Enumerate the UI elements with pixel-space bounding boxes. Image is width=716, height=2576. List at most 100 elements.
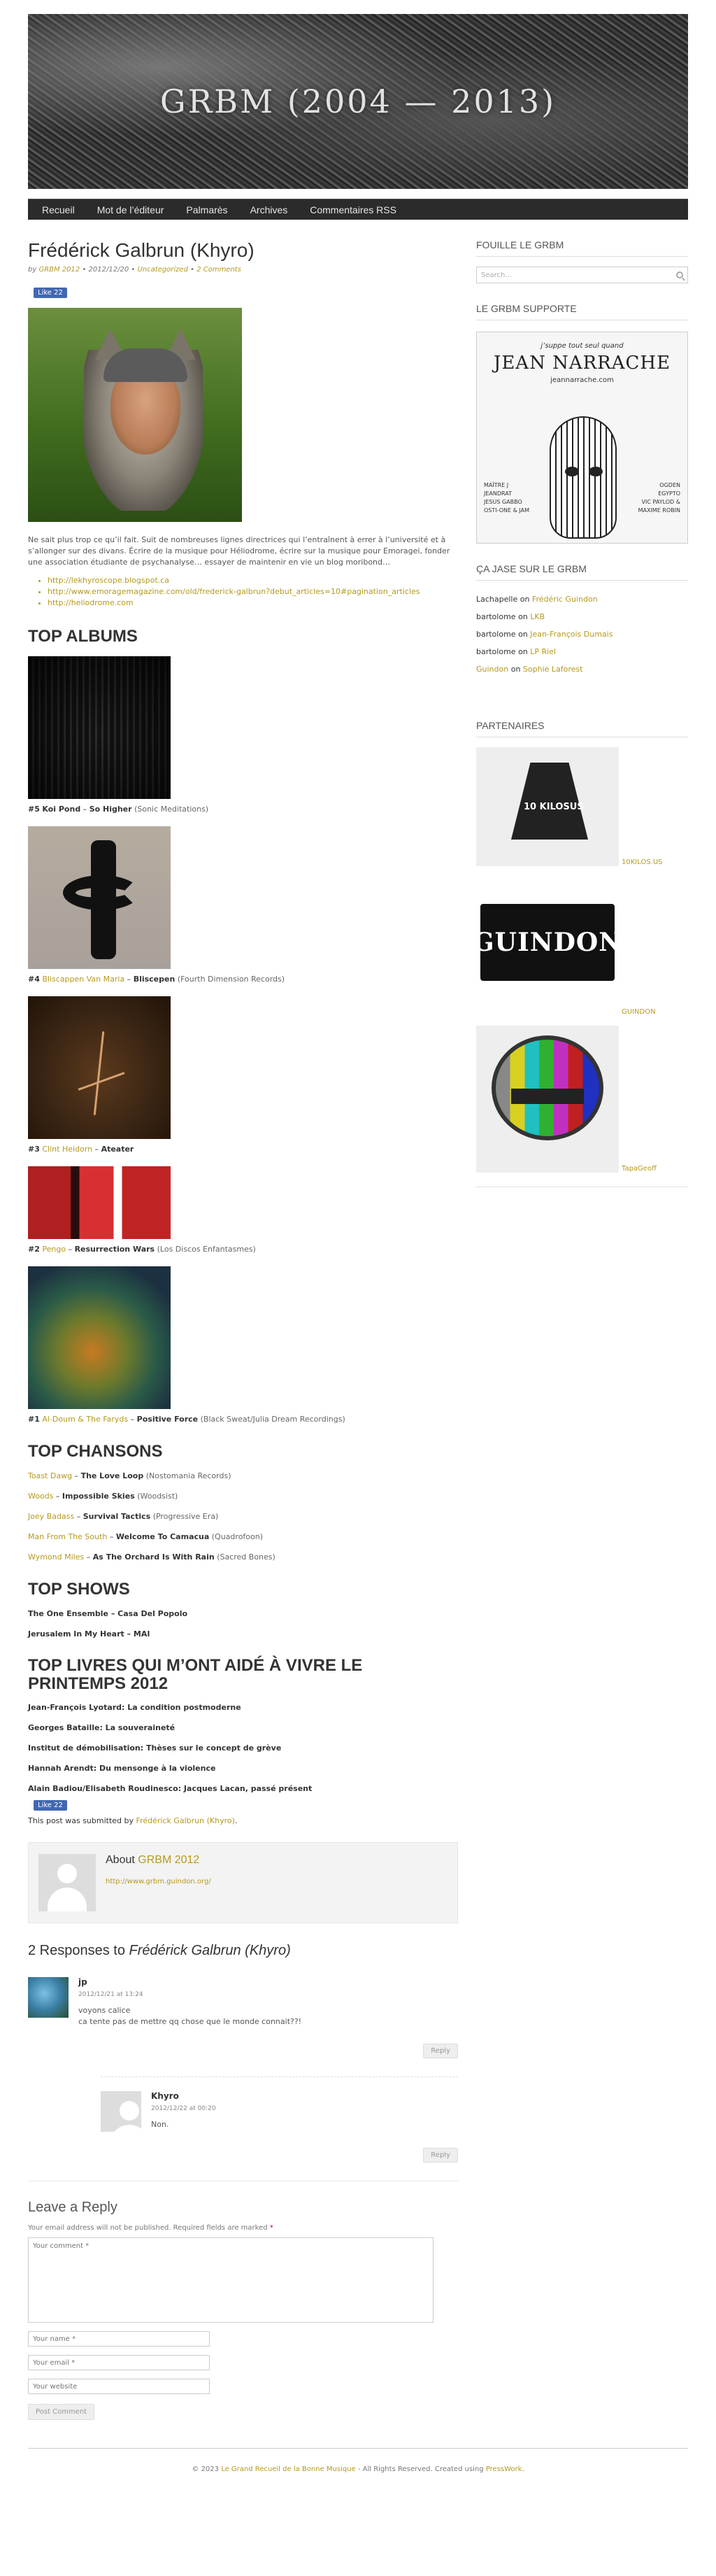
album-cover[interactable]	[28, 1166, 171, 1239]
email-field[interactable]	[28, 2355, 210, 2370]
nav-item-archives[interactable]: Archives	[239, 204, 299, 215]
nav-item-rss[interactable]: Commentaires RSS	[299, 204, 408, 215]
comment-date[interactable]: 2012/12/21 at 13:24	[78, 1991, 458, 1998]
top-albums-heading: TOP ALBUMS	[28, 627, 138, 646]
comment: Khyro 2012/12/22 at 00:20 Non. Reply	[101, 2091, 458, 2163]
author-box: About GRBM 2012 http://www.grbm.guindon.…	[28, 1842, 458, 1923]
responses-heading: 2 Responses to Frédérick Galbrun (Khyro)	[28, 1943, 291, 1958]
guindon-logo[interactable]: GUINDON	[473, 883, 622, 1016]
post-links: http://lekhyroscope.blogspot.ca http://w…	[48, 575, 458, 609]
recent-comment-item: bartolome on Jean-François Dumais	[476, 630, 613, 639]
nav-item-palmares[interactable]: Palmarès	[175, 204, 238, 215]
site-title[interactable]: GRBM (2004 — 2013)	[160, 83, 556, 120]
album-item: #1 Al-Doum & The Faryds – Positive Force…	[28, 1266, 458, 1424]
comment-avatar	[28, 1977, 69, 2018]
post-date: 2012/12/20	[88, 266, 129, 274]
facebook-like-button[interactable]: Like 22	[34, 288, 67, 298]
album-cover[interactable]	[28, 996, 171, 1139]
reply-button[interactable]: Reply	[423, 2044, 458, 2058]
album-item: #2 Pengo – Resurrection Wars (Los Discos…	[28, 1166, 458, 1254]
track-item: Wymond Miles – As The Orchard Is With Ra…	[28, 1552, 275, 1562]
book-item: Jean-François Lyotard: La condition post…	[28, 1703, 241, 1712]
album-cover[interactable]	[28, 826, 171, 969]
comment-author: Khyro	[151, 2091, 179, 2101]
sidebar: FOUILLE LE GRBM Search... LE GRBM SUPPOR…	[473, 239, 688, 2420]
top-livres-heading: TOP LIVRES QUI M’ONT AIDÉ À VIVRE LE PRI…	[28, 1656, 363, 1693]
tapageoff-logo[interactable]	[476, 1026, 619, 1173]
book-item: Hannah Arendt: Du mensonge à la violence	[28, 1764, 216, 1773]
show-item: The One Ensemble – Casa Del Popolo	[28, 1609, 188, 1618]
submitted-by: This post was submitted by Frédérick Gal…	[28, 1816, 238, 1825]
comment-author: jp	[78, 1977, 87, 1987]
site-banner[interactable]: GRBM (2004 — 2013)	[28, 14, 688, 189]
post-intro: Ne sait plus trop ce qu’il fait. Suit de…	[28, 535, 450, 567]
album-cover[interactable]	[28, 656, 171, 799]
track-item: Joey Badass – Survival Tactics (Progress…	[28, 1512, 219, 1521]
recent-comment-item: Guindon on Sophie Laforest	[476, 665, 583, 674]
recent-comment-item: bartolome on LKB	[476, 612, 545, 621]
10kilos-logo[interactable]: 10 KILOSUS	[476, 747, 619, 866]
link-emorage[interactable]: http://www.emoragemagazine.com/old/frede…	[48, 587, 420, 596]
supporte-widget-title: LE GRBM SUPPORTE	[476, 303, 688, 320]
author-box-title: About GRBM 2012	[106, 1854, 200, 1866]
post-comments-link[interactable]: 2 Comments	[196, 266, 241, 274]
recent-comments: Lachapelle on Frédéric Guindon bartolome…	[476, 590, 688, 678]
book-item: Alain Badiou/Elisabeth Roudinesco: Jacqu…	[28, 1784, 313, 1793]
comment-avatar	[101, 2091, 149, 2149]
album-cover[interactable]	[28, 1266, 171, 1409]
link-heliodrome[interactable]: http://heliodrome.com	[48, 598, 134, 607]
facebook-like-button[interactable]: Like 22	[34, 1800, 67, 1811]
comment-text: Non.	[151, 2120, 169, 2129]
album-artist-link[interactable]: Bliscappen Van Maria	[42, 975, 124, 984]
recent-comment-item: Lachapelle on Frédéric Guindon	[476, 595, 598, 604]
footer-theme-link[interactable]: PressWork	[486, 2465, 522, 2473]
post-title: Frédérick Galbrun (Khyro)	[28, 239, 255, 261]
comment-date[interactable]: 2012/12/22 at 00:20	[151, 2105, 458, 2112]
post-category-link[interactable]: Uncategorized	[137, 266, 187, 274]
album-item: #4 Bliscappen Van Maria – Bliscepen (Fou…	[28, 826, 458, 984]
author-avatar	[38, 1854, 96, 1911]
website-field[interactable]	[28, 2379, 210, 2394]
track-item: Man From The South – Welcome To Camacua …	[28, 1532, 264, 1541]
footer-site-link[interactable]: Le Grand Recueil de la Bonne Musique	[221, 2465, 356, 2473]
partner-item[interactable]: 10 KILOSUS 10KILOS.US	[476, 747, 688, 866]
jase-widget-title: ÇA JASE SUR LE GRBM	[476, 563, 688, 581]
post-author-link[interactable]: GRBM 2012	[38, 266, 80, 274]
post-comment-button[interactable]: Post Comment	[28, 2404, 95, 2420]
book-item: Georges Bataille: La souveraineté	[28, 1723, 176, 1732]
post-meta: by GRBM 2012 • 2012/12/20 • Uncategorize…	[28, 266, 241, 274]
album-artist-link[interactable]: Al-Doum & The Faryds	[42, 1415, 128, 1424]
main-nav: Recueil Mot de l’éditeur Palmarès Archiv…	[28, 199, 688, 220]
book-item: Institut de démobilisation: Thèses sur l…	[28, 1743, 282, 1753]
top-chansons-heading: TOP CHANSONS	[28, 1442, 163, 1461]
track-item: Toast Dawg – The Love Loop (Nostomania R…	[28, 1471, 231, 1480]
nav-item-recueil[interactable]: Recueil	[31, 204, 86, 215]
recent-comment-item: bartolome on LP Riel	[476, 647, 557, 656]
post-content: Frédérick Galbrun (Khyro) by GRBM 2012 •…	[28, 239, 458, 2420]
top-shows-heading: TOP SHOWS	[28, 1580, 130, 1599]
search-icon[interactable]	[676, 271, 683, 278]
comment: jp 2012/12/21 at 13:24 voyons calice ca …	[28, 1977, 458, 2058]
reply-form-note: Your email address will not be published…	[28, 2224, 273, 2232]
album-artist-link[interactable]: Pengo	[42, 1245, 66, 1254]
author-photo	[28, 308, 242, 522]
partner-item[interactable]: TapaGeoff	[476, 1026, 688, 1173]
search-input[interactable]: Search...	[476, 267, 688, 283]
reply-button[interactable]: Reply	[423, 2148, 458, 2163]
name-field[interactable]	[28, 2331, 210, 2347]
comment-textarea[interactable]	[28, 2237, 434, 2323]
reply-form-title: Leave a Reply	[28, 2181, 458, 2216]
album-artist-link[interactable]: Clint Heidorn	[42, 1145, 92, 1154]
search-widget-title: FOUILLE LE GRBM	[476, 239, 688, 257]
site-footer: © 2023 Le Grand Recueil de la Bonne Musi…	[28, 2448, 688, 2473]
jean-narrache-ad[interactable]: j’suppe tout seul quand JEAN NARRACHE je…	[476, 332, 688, 544]
author-box-url[interactable]: http://www.grbm.guindon.org/	[106, 1878, 211, 1885]
show-item: Jerusalem In My Heart – MAI	[28, 1629, 150, 1639]
link-lekhyroscope[interactable]: http://lekhyroscope.blogspot.ca	[48, 576, 169, 585]
partner-item[interactable]: GUINDON GUINDON	[473, 883, 688, 1016]
album-item: #3 Clint Heidorn – Ateater	[28, 996, 458, 1154]
author-box-name[interactable]: GRBM 2012	[138, 1854, 199, 1866]
track-item: Woods – Impossible Skies (Woodsist)	[28, 1492, 178, 1501]
nav-item-mot-editeur[interactable]: Mot de l’éditeur	[86, 204, 176, 215]
partners-widget-title: PARTENAIRES	[476, 720, 688, 737]
